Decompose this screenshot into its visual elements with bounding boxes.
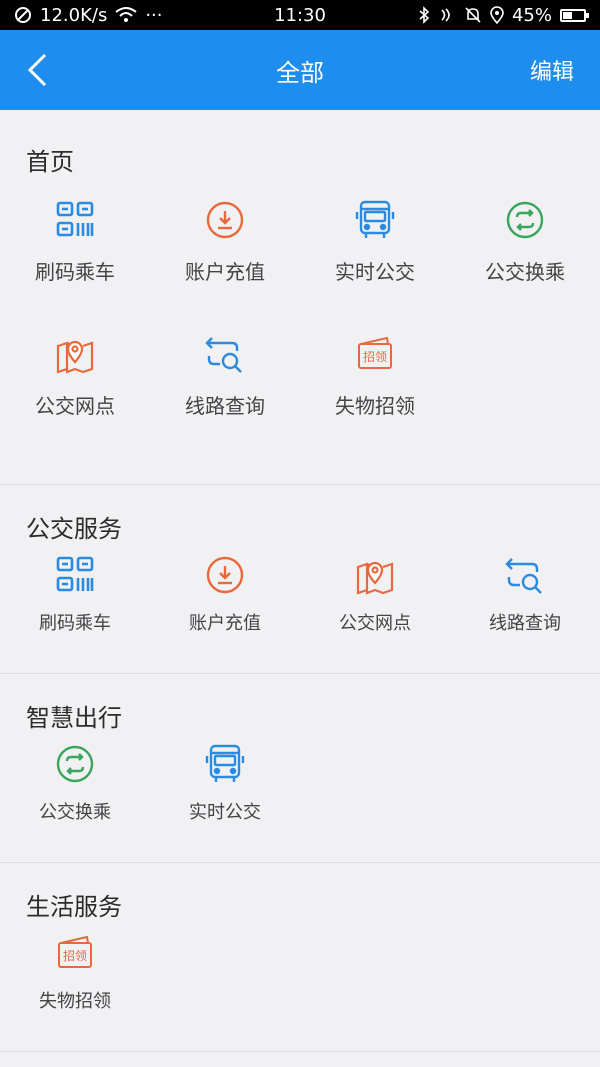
item-grid: 刷码乘车 账户充值 公交网点 线路查询 [0,547,600,673]
section-title: 生活服务 [26,893,122,921]
route-search-icon [203,332,247,376]
back-button[interactable] [26,50,56,90]
grid-item[interactable]: 公交网点 [0,332,150,466]
network-speed: 12.0K/s [40,4,108,26]
item-grid: 公交换乘 实时公交 [0,736,600,862]
grid-item-label: 刷码乘车 [35,260,115,284]
bus-icon [353,198,397,242]
grid-item[interactable]: 招领 失物招领 [0,931,150,1037]
section-life-service: 生活服务 招领失物招领 [0,863,600,1052]
nfc-icon [438,6,456,24]
grid-item[interactable]: 招领 失物招领 [300,332,450,466]
grid-item[interactable]: 线路查询 [150,332,300,466]
bluetooth-icon [418,6,430,24]
map-pin-icon [353,553,397,597]
grid-item-label: 账户充值 [185,260,265,284]
grid-item-label: 实时公交 [189,802,261,823]
grid-item-label: 公交网点 [339,613,411,634]
svg-text:招领: 招领 [363,350,387,364]
grid-item[interactable]: 公交网点 [300,553,450,659]
map-pin-icon [53,332,97,376]
download-circle-icon [203,553,247,597]
route-search-icon [503,553,547,597]
download-circle-icon [203,198,247,242]
section-title: 智慧出行 [26,704,122,732]
grid-item[interactable]: 线路查询 [450,553,600,659]
grid-item-label: 公交换乘 [485,260,565,284]
section-title: 公交服务 [26,515,122,543]
grid-item[interactable]: 账户充值 [150,553,300,659]
transfer-cycle-icon [503,198,547,242]
grid-item[interactable]: 刷码乘车 [0,198,150,332]
bus-icon [203,742,247,786]
grid-item[interactable]: 公交换乘 [450,198,600,332]
svg-text:招领: 招领 [63,949,87,963]
section-title: 首页 [26,148,74,176]
grid-item-label: 账户充值 [189,613,261,634]
grid-item[interactable]: 刷码乘车 [0,553,150,659]
grid-item[interactable]: 公交换乘 [0,742,150,848]
qr-code-icon [53,198,97,242]
more-dots: ··· [145,4,163,26]
item-grid: 招领 失物招领 [0,925,600,1051]
grid-item-label: 公交网点 [35,394,115,418]
battery-icon [560,8,589,22]
grid-item-label: 线路查询 [489,613,561,634]
lost-found-icon: 招领 [53,931,97,975]
no-sim-icon [14,6,32,24]
section-smart-travel: 智慧出行 公交换乘 实时公交 [0,674,600,863]
chevron-left-icon [27,53,47,87]
wifi-icon [115,6,137,24]
lost-found-icon: 招领 [353,332,397,376]
grid-item-label: 刷码乘车 [39,613,111,634]
qr-code-icon [53,553,97,597]
grid-item[interactable]: 实时公交 [150,742,300,848]
grid-item-label: 线路查询 [185,394,265,418]
grid-item-label: 失物招领 [39,991,111,1012]
mute-bell-icon [464,6,482,24]
edit-button[interactable]: 编辑 [530,54,574,86]
grid-item-label: 公交换乘 [39,802,111,823]
grid-item-label: 实时公交 [335,260,415,284]
section-home: 首页 刷码乘车 账户充值 实时公交 公交换乘 公交网点 线路查询 招领失物招领 [0,110,600,485]
section-bus-service: 公交服务 刷码乘车 账户充值 公交网点 线路查询 [0,485,600,674]
grid-item[interactable]: 账户充值 [150,198,300,332]
nav-bar: 全部 编辑 [0,30,600,110]
battery-percent: 45% [511,4,552,26]
page-title: 全部 [276,58,324,87]
status-bar: 12.0K/s ··· 11:30 45% [0,0,600,30]
grid-item-label: 失物招领 [335,394,415,418]
location-icon [490,6,504,24]
grid-item[interactable]: 实时公交 [300,198,450,332]
transfer-cycle-icon [53,742,97,786]
item-grid: 刷码乘车 账户充值 实时公交 公交换乘 公交网点 线路查询 招领失物招领 [0,182,600,484]
